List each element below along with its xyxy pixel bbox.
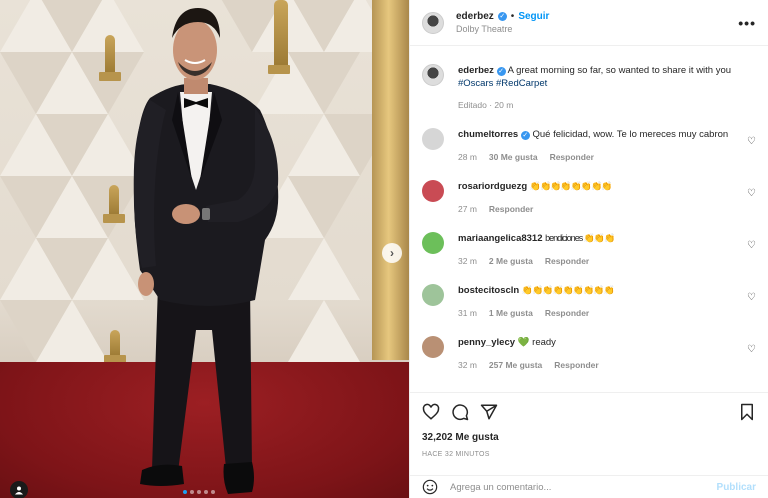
verified-badge-icon: ✓ <box>520 131 530 140</box>
comment-username[interactable]: chumeltorres <box>458 129 518 140</box>
verified-badge-icon: ✓ <box>496 67 506 76</box>
post-actions: 32,202 Me gusta HACE 32 MINUTOS <box>410 392 768 462</box>
reply-button[interactable]: Responder <box>554 359 598 372</box>
author-username[interactable]: ederbez <box>456 11 494 22</box>
comment-likes[interactable]: 2 Me gusta <box>489 255 533 268</box>
hashtag-link[interactable]: #Oscars <box>458 78 493 89</box>
carousel-dots <box>183 490 215 494</box>
comment-time: 31 m <box>458 308 477 318</box>
heart-icon[interactable]: ♡ <box>747 344 756 355</box>
instagram-post-modal: › ederbez ✓ • Seguir Dolby Theatre ••• e… <box>0 0 768 498</box>
comment-icon[interactable] <box>451 403 469 421</box>
comment-username[interactable]: bostecitoscln <box>458 285 519 296</box>
avatar[interactable] <box>422 232 444 254</box>
comment-likes[interactable]: 257 Me gusta <box>489 359 542 372</box>
emoji-icon[interactable] <box>422 479 438 495</box>
heart-icon[interactable] <box>422 403 440 421</box>
verified-badge-icon: ✓ <box>497 12 507 21</box>
next-arrow-icon[interactable]: › <box>382 243 402 263</box>
hashtag-link[interactable]: #RedCarpet <box>496 78 547 89</box>
comment-text: bendiciones 👏👏👏 <box>545 233 615 243</box>
caption-username[interactable]: ederbez <box>458 65 494 76</box>
comment-likes[interactable]: 1 Me gusta <box>489 307 533 320</box>
heart-icon[interactable]: ♡ <box>747 136 756 147</box>
location-link[interactable]: Dolby Theatre <box>456 24 738 34</box>
comment-text: 👏👏👏👏👏👏👏👏👏 <box>521 285 615 295</box>
share-icon[interactable] <box>480 403 498 421</box>
caption-edited: Editado · 20 m <box>458 100 514 110</box>
avatar[interactable] <box>422 180 444 202</box>
more-options-icon[interactable]: ••• <box>738 15 756 31</box>
add-comment-bar: Publicar <box>410 475 768 498</box>
comment-text: 👏👏👏👏👏👏👏👏 <box>529 181 613 191</box>
post-side-panel: ederbez ✓ • Seguir Dolby Theatre ••• ede… <box>409 0 768 498</box>
comment-username[interactable]: rosariordguezg <box>458 181 527 192</box>
avatar[interactable] <box>422 11 444 34</box>
post-timestamp: HACE 32 MINUTOS <box>422 451 490 458</box>
avatar[interactable] <box>422 284 444 306</box>
reply-button[interactable]: Responder <box>489 203 533 216</box>
follow-button[interactable]: Seguir <box>518 11 549 22</box>
bookmark-icon[interactable] <box>738 403 756 421</box>
comment-text: Qué felicidad, wow. Te lo mereces muy ca… <box>532 129 729 140</box>
heart-icon[interactable]: ♡ <box>747 188 756 199</box>
publish-button[interactable]: Publicar <box>717 482 756 493</box>
comment-time: 32 m <box>458 360 477 370</box>
likes-count[interactable]: 32,202 Me gusta <box>422 432 756 443</box>
post-caption: ederbez ✓ A great morning so far, so wan… <box>422 64 756 112</box>
list-item: penny_ylecy 💚 ready 32 m 257 Me gusta Re… <box>422 336 756 372</box>
post-photo[interactable]: › <box>0 0 409 498</box>
avatar[interactable] <box>422 128 444 150</box>
avatar[interactable] <box>422 64 444 86</box>
list-item: rosariordguezg 👏👏👏👏👏👏👏👏 27 m Responder ♡ <box>422 180 756 216</box>
comment-username[interactable]: mariaangelica8312 <box>458 233 543 244</box>
person-in-tuxedo <box>133 8 279 494</box>
reply-button[interactable]: Responder <box>550 151 594 164</box>
tag-user-icon[interactable] <box>10 481 28 498</box>
heart-icon[interactable]: ♡ <box>747 292 756 303</box>
comment-text: 💚 ready <box>517 337 556 348</box>
comment-time: 28 m <box>458 152 477 162</box>
post-header: ederbez ✓ • Seguir Dolby Theatre ••• <box>410 0 768 46</box>
caption-text: A great morning so far, so wanted to sha… <box>507 65 732 76</box>
reply-button[interactable]: Responder <box>545 255 589 268</box>
list-item: bostecitoscln 👏👏👏👏👏👏👏👏👏 31 m 1 Me gusta … <box>422 284 756 320</box>
reply-button[interactable]: Responder <box>545 307 589 320</box>
comment-input[interactable] <box>450 481 717 493</box>
avatar[interactable] <box>422 336 444 358</box>
list-item: mariaangelica8312 bendiciones 👏👏👏 32 m 2… <box>422 232 756 268</box>
comments-list[interactable]: ederbez ✓ A great morning so far, so wan… <box>410 56 768 392</box>
separator-dot: • <box>510 11 515 22</box>
heart-icon[interactable]: ♡ <box>747 240 756 251</box>
comment-username[interactable]: penny_ylecy <box>458 337 515 348</box>
comment-likes[interactable]: 30 Me gusta <box>489 151 538 164</box>
comment-time: 32 m <box>458 256 477 266</box>
comment-time: 27 m <box>458 204 477 214</box>
list-item: chumeltorres ✓ Qué felicidad, wow. Te lo… <box>422 128 756 164</box>
